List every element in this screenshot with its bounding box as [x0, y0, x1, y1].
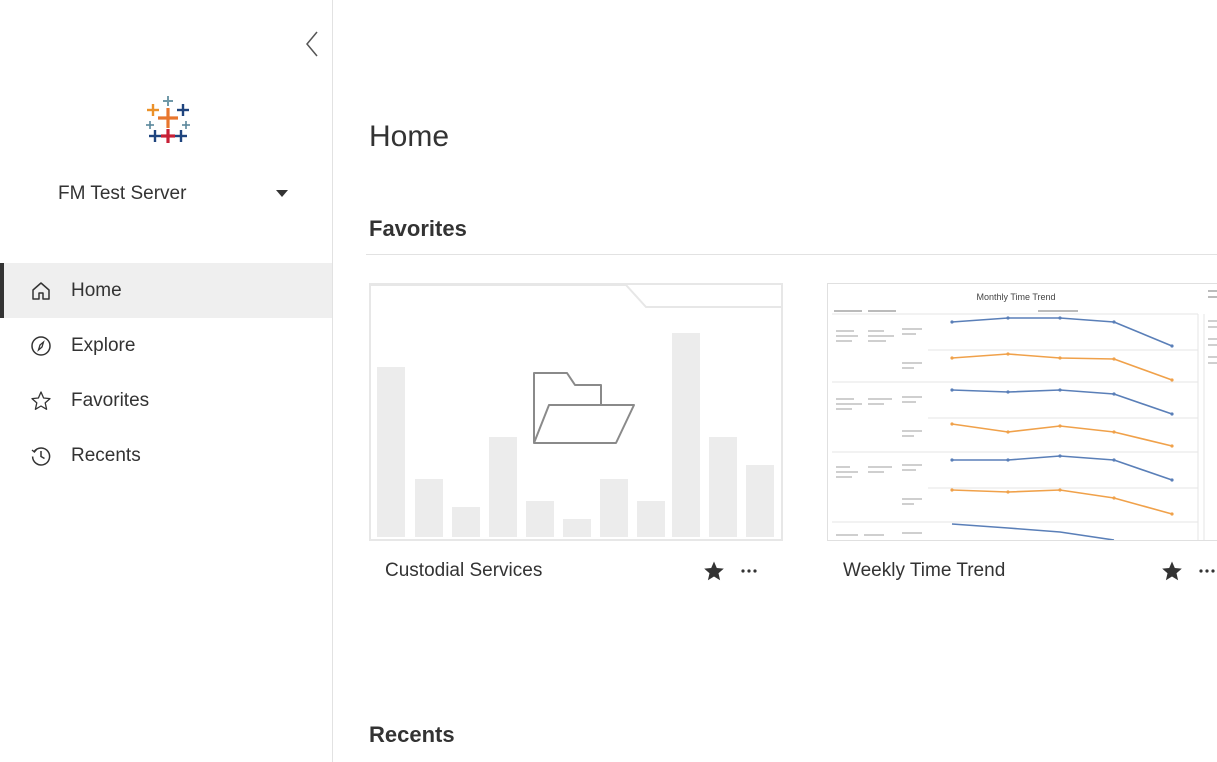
star-outline-icon: [30, 390, 52, 412]
favorite-star-button[interactable]: [1159, 558, 1185, 584]
more-actions-button[interactable]: [737, 558, 761, 584]
sidebar-item-explore[interactable]: Explore: [0, 318, 332, 373]
card-actions: [1159, 558, 1217, 584]
favorite-card-custodial-services[interactable]: Custodial Services: [369, 283, 783, 581]
caret-down-icon: [276, 190, 288, 197]
compass-icon: [30, 335, 52, 357]
sidebar-item-label: Explore: [71, 334, 136, 356]
sidebar-item-label: Home: [71, 279, 122, 301]
sidebar-item-label: Favorites: [71, 389, 150, 411]
thumbnail-title: Monthly Time Trend: [976, 292, 1055, 302]
more-actions-button[interactable]: [1195, 558, 1217, 584]
site-switcher[interactable]: FM Test Server: [58, 178, 288, 210]
site-name: FM Test Server: [58, 183, 187, 204]
sidebar: FM Test Server Home Explore Favorites Re…: [0, 0, 333, 762]
tableau-logo: [136, 88, 200, 152]
favorite-card-weekly-time-trend[interactable]: Monthly Time Trend Weekly Time Trend: [827, 283, 1217, 581]
sidebar-item-label: Recents: [71, 444, 141, 466]
favorite-star-button[interactable]: [701, 558, 727, 584]
sidebar-item-home[interactable]: Home: [0, 263, 332, 318]
workbook-thumbnail[interactable]: Monthly Time Trend: [827, 283, 1217, 541]
sidebar-item-recents[interactable]: Recents: [0, 428, 332, 483]
collapse-sidebar-button[interactable]: [300, 28, 324, 60]
home-icon: [30, 280, 52, 302]
card-actions: [701, 558, 761, 584]
ellipsis-icon: [741, 569, 757, 573]
project-thumbnail[interactable]: [369, 283, 783, 541]
favorites-section-title: Favorites: [369, 216, 467, 241]
folder-open-icon: [533, 372, 635, 444]
card-title[interactable]: Custodial Services: [385, 560, 542, 582]
chevron-left-icon: [306, 31, 318, 57]
page-title: Home: [369, 120, 450, 153]
section-divider: [366, 254, 1217, 255]
star-filled-icon: [1162, 561, 1182, 581]
ellipsis-icon: [1199, 569, 1215, 573]
main-content: Home Favorites Custodial Services Monthl…: [333, 0, 1217, 762]
card-title[interactable]: Weekly Time Trend: [843, 560, 1005, 582]
sidebar-nav: Home Explore Favorites Recents: [0, 263, 332, 483]
star-filled-icon: [704, 561, 724, 581]
sidebar-item-favorites[interactable]: Favorites: [0, 373, 332, 428]
history-icon: [30, 445, 52, 467]
recents-section-title: Recents: [369, 722, 455, 747]
